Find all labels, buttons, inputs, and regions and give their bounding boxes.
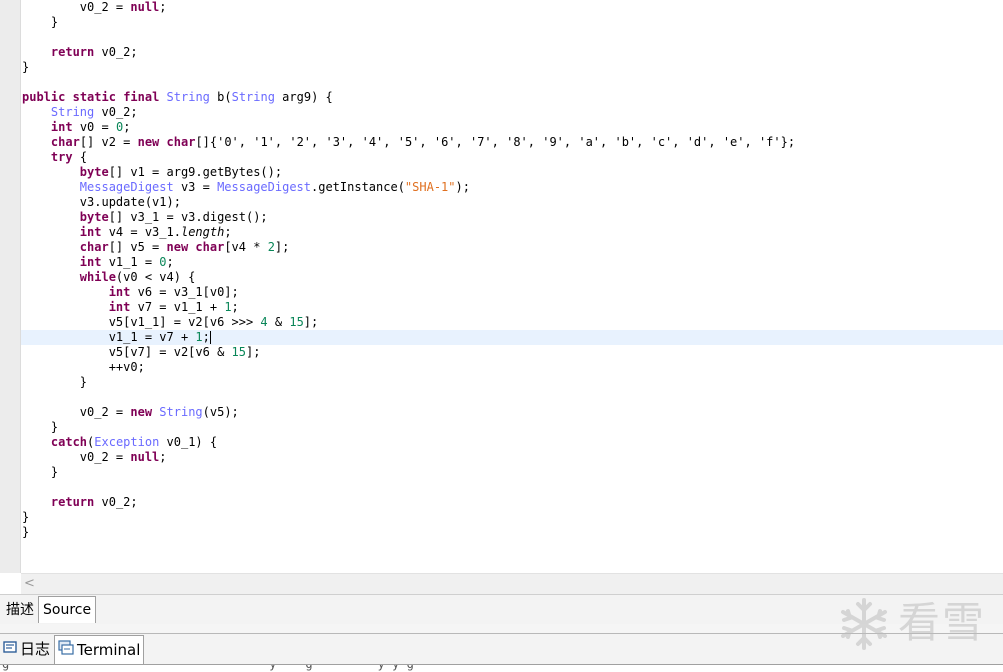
code-line[interactable]: v0_2 = null; — [22, 450, 167, 465]
terminal-icon — [58, 636, 74, 664]
code-line[interactable]: v3.update(v1); — [22, 195, 181, 210]
tab-description-label: 描述 — [6, 602, 34, 618]
tab-source-label: Source — [43, 602, 92, 618]
tab-terminal-label: Terminal — [77, 641, 141, 659]
code-line[interactable]: v0_2 = new String(v5); — [22, 405, 239, 420]
code-line[interactable]: v0_2 = null; — [22, 0, 167, 15]
code-line[interactable]: v5[v1_1] = v2[v6 >>> 4 & 15]; — [22, 315, 319, 330]
tab-log-label: 日志 — [20, 640, 51, 658]
code-line[interactable]: return v0_2; — [22, 45, 138, 60]
tab-log[interactable]: 日志 — [0, 635, 53, 663]
tab-description[interactable]: 描述 — [2, 597, 38, 623]
code-line[interactable]: int v1_1 = 0; — [22, 255, 174, 270]
code-line[interactable]: } — [22, 510, 29, 525]
editor-gutter — [0, 0, 21, 573]
code-line[interactable]: } — [22, 15, 58, 30]
code-line[interactable]: return v0_2; — [22, 495, 138, 510]
code-line[interactable]: } — [22, 60, 29, 75]
tab-source[interactable]: Source — [38, 596, 97, 623]
tab-terminal[interactable]: Terminal — [54, 635, 145, 664]
code-line[interactable]: ++v0; — [22, 360, 145, 375]
code-line[interactable]: while(v0 < v4) { — [22, 270, 196, 285]
code-line[interactable]: } — [22, 525, 29, 540]
log-icon — [3, 635, 17, 663]
watermark: 看雪 — [836, 596, 1001, 652]
console-output[interactable]: g y g y y g — [0, 665, 1003, 672]
code-line[interactable]: char[] v2 = new char[]{'0', '1', '2', '3… — [22, 135, 795, 150]
code-editor[interactable]: v0_2 = null; } return v0_2;} public stati… — [0, 0, 1003, 573]
code-line[interactable]: int v7 = v1_1 + 1; — [22, 300, 239, 315]
code-line[interactable]: catch(Exception v0_1) { — [22, 435, 217, 450]
code-line[interactable]: String v0_2; — [22, 105, 138, 120]
horizontal-scrollbar[interactable]: < — [21, 573, 1003, 595]
code-line[interactable]: int v6 = v3_1[v0]; — [22, 285, 239, 300]
code-line[interactable]: byte[] v1 = arg9.getBytes(); — [22, 165, 282, 180]
code-line[interactable]: v1_1 = v7 + 1; — [22, 330, 211, 345]
code-line[interactable]: } — [22, 465, 58, 480]
code-line[interactable]: public static final String b(String arg9… — [22, 90, 333, 105]
watermark-text: 看雪 — [898, 598, 987, 647]
code-line[interactable]: char[] v5 = new char[v4 * 2]; — [22, 240, 290, 255]
code-line[interactable]: int v4 = v3_1.length; — [22, 225, 232, 240]
code-line[interactable]: int v0 = 0; — [22, 120, 131, 135]
text-caret — [209, 331, 211, 344]
code-line[interactable]: } — [22, 420, 58, 435]
scroll-left-icon[interactable]: < — [24, 576, 35, 592]
code-line[interactable]: byte[] v3_1 = v3.digest(); — [22, 210, 268, 225]
code-line[interactable]: MessageDigest v3 = MessageDigest.getInst… — [22, 180, 470, 195]
code-line[interactable]: v5[v7] = v2[v6 & 15]; — [22, 345, 261, 360]
code-line[interactable]: } — [22, 375, 87, 390]
code-line[interactable]: try { — [22, 150, 87, 165]
